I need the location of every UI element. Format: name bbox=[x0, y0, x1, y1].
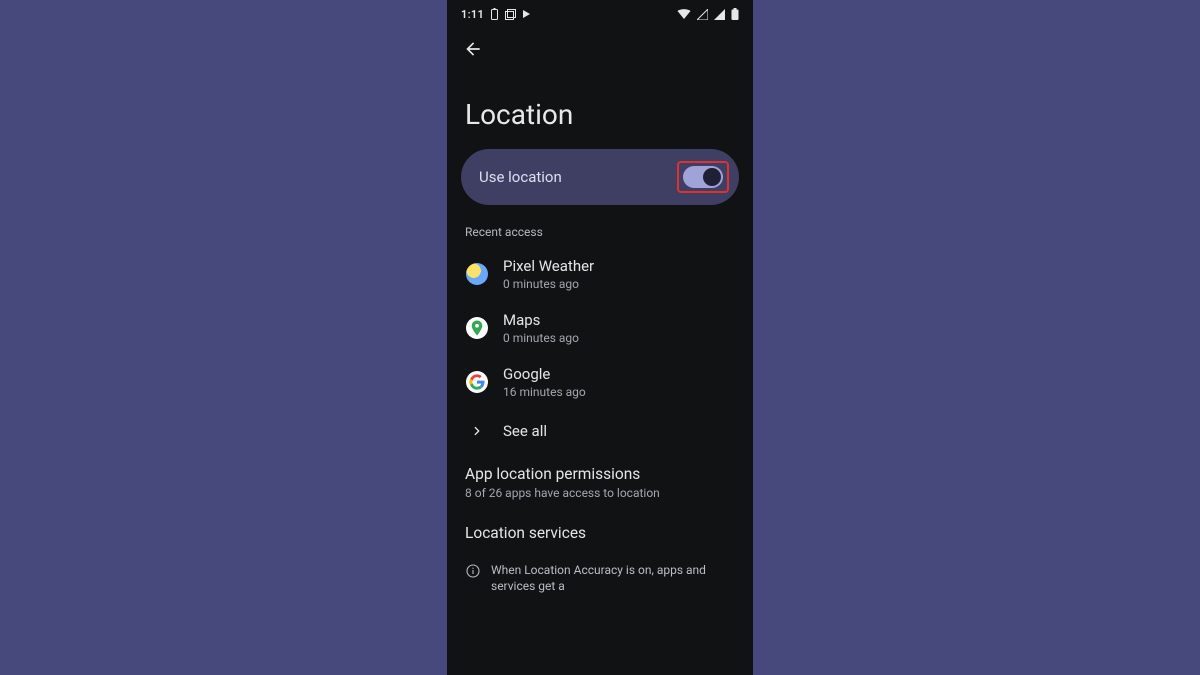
app-location-permissions-row[interactable]: App location permissions 8 of 26 apps ha… bbox=[447, 453, 753, 506]
info-text: When Location Accuracy is on, apps and s… bbox=[491, 562, 735, 594]
see-all-row[interactable]: See all bbox=[447, 409, 753, 453]
screenshot-icon bbox=[505, 9, 516, 20]
location-services-row[interactable]: Location services bbox=[447, 506, 753, 548]
permissions-title: App location permissions bbox=[465, 465, 735, 483]
use-location-label: Use location bbox=[479, 168, 562, 186]
signal-empty-icon bbox=[697, 9, 708, 20]
recent-app-sub: 0 minutes ago bbox=[503, 277, 594, 291]
location-accuracy-info: When Location Accuracy is on, apps and s… bbox=[447, 548, 753, 594]
toggle-highlight bbox=[677, 161, 729, 193]
recent-app-sub: 16 minutes ago bbox=[503, 385, 586, 399]
battery-small-icon bbox=[490, 8, 499, 20]
recent-access-heading: Recent access bbox=[447, 205, 753, 247]
status-bar: 1:11 bbox=[447, 0, 753, 28]
signal-icon bbox=[714, 9, 725, 20]
permissions-sub: 8 of 26 apps have access to location bbox=[465, 486, 735, 500]
info-icon bbox=[465, 563, 481, 583]
wifi-icon bbox=[677, 9, 691, 20]
use-location-toggle[interactable] bbox=[683, 166, 723, 188]
arrow-back-icon bbox=[463, 39, 483, 59]
recent-app-pixel-weather[interactable]: Pixel Weather 0 minutes ago bbox=[447, 247, 753, 301]
see-all-label: See all bbox=[503, 422, 547, 440]
play-icon bbox=[522, 9, 531, 19]
battery-icon bbox=[731, 8, 739, 20]
recent-app-google[interactable]: Google 16 minutes ago bbox=[447, 355, 753, 409]
recent-app-title: Google bbox=[503, 365, 586, 383]
services-title: Location services bbox=[465, 524, 735, 542]
page-title: Location bbox=[447, 70, 753, 149]
recent-app-maps[interactable]: Maps 0 minutes ago bbox=[447, 301, 753, 355]
pixel-weather-app-icon bbox=[466, 263, 488, 285]
toolbar bbox=[447, 28, 753, 70]
maps-app-icon bbox=[466, 317, 488, 339]
toggle-knob bbox=[703, 168, 721, 186]
recent-app-sub: 0 minutes ago bbox=[503, 331, 579, 345]
chevron-right-icon bbox=[465, 419, 489, 443]
recent-app-title: Maps bbox=[503, 311, 579, 329]
recent-app-title: Pixel Weather bbox=[503, 257, 594, 275]
back-button[interactable] bbox=[457, 33, 489, 65]
status-time: 1:11 bbox=[461, 8, 484, 21]
use-location-row[interactable]: Use location bbox=[461, 149, 739, 205]
google-app-icon bbox=[466, 371, 488, 393]
phone-frame: 1:11 bbox=[447, 0, 753, 675]
